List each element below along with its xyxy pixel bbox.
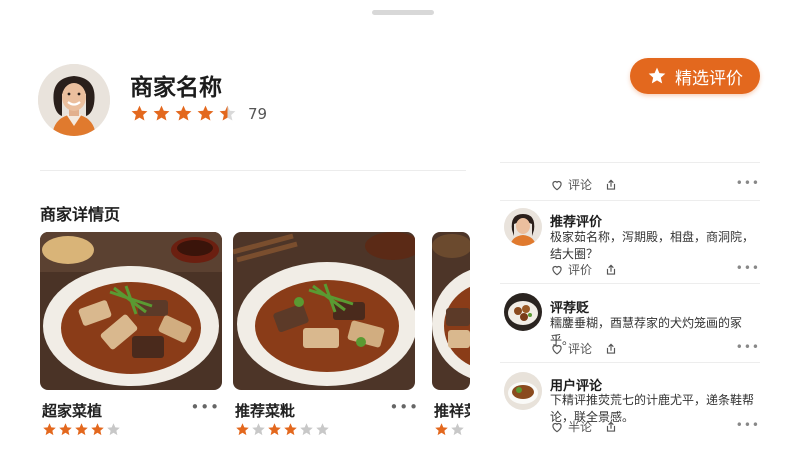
divider xyxy=(500,200,760,201)
heart-icon[interactable] xyxy=(550,420,564,434)
heart-icon[interactable] xyxy=(550,178,564,192)
dish-image xyxy=(40,232,222,390)
star-full-icon xyxy=(43,423,56,436)
dish-name: 推荐菜粃 xyxy=(235,402,296,420)
featured-button-label: 精选评价 xyxy=(675,68,743,89)
share-icon[interactable] xyxy=(604,342,618,356)
review-actions: 评价 xyxy=(550,261,618,278)
divider xyxy=(500,162,760,163)
more-options-button[interactable]: ••• xyxy=(190,398,220,416)
star-full-icon xyxy=(197,105,214,121)
more-options-button[interactable]: ••• xyxy=(736,418,760,432)
review-title: 评荐贬 xyxy=(550,301,590,316)
dish-rating xyxy=(42,422,121,437)
rating-count: 79 xyxy=(248,104,268,123)
star-full-icon xyxy=(153,105,170,121)
divider xyxy=(500,362,760,363)
dish-name: 超家菜植 xyxy=(42,402,103,420)
dish-rating xyxy=(434,422,465,437)
dish-card[interactable]: 推荐菜粃 ••• xyxy=(233,232,418,436)
divider xyxy=(500,283,760,284)
review-action-label[interactable]: 半论 xyxy=(568,418,592,435)
star-empty-icon xyxy=(316,423,329,436)
dish-image xyxy=(233,232,415,390)
more-options-button[interactable]: ••• xyxy=(389,398,419,416)
star-icon xyxy=(648,67,666,84)
review-actions: 评论 xyxy=(550,340,618,357)
dish-rating xyxy=(235,422,330,437)
star-full-icon xyxy=(435,423,448,436)
dish-image xyxy=(432,232,470,390)
more-options-button[interactable]: ••• xyxy=(736,176,760,190)
reviewer-avatar xyxy=(504,372,542,410)
merchant-avatar xyxy=(38,64,110,136)
star-full-icon xyxy=(284,423,297,436)
featured-reviews-button[interactable]: 精选评价 xyxy=(630,58,760,94)
review-action-label[interactable]: 评论 xyxy=(568,340,592,357)
merchant-name: 商家名称 xyxy=(130,75,222,101)
section-title: 商家详情页 xyxy=(40,205,121,224)
heart-icon[interactable] xyxy=(550,342,564,356)
more-options-button[interactable]: ••• xyxy=(736,261,760,275)
star-full-icon xyxy=(236,423,249,436)
star-empty-icon xyxy=(252,423,265,436)
sheet-drag-handle[interactable] xyxy=(372,10,434,15)
star-full-icon xyxy=(91,423,104,436)
review-action-label[interactable]: 评论 xyxy=(568,176,592,193)
more-options-button[interactable]: ••• xyxy=(736,340,760,354)
merchant-rating: 79 xyxy=(130,104,267,123)
share-icon[interactable] xyxy=(604,263,618,277)
review-title: 推荐评价 xyxy=(550,215,603,230)
dish-card[interactable]: 推祥菜 xyxy=(432,232,470,442)
review-body: 极家茹名称，泻期殿，相盘，商洞院，结大圈？ xyxy=(550,230,755,261)
share-icon[interactable] xyxy=(604,420,618,434)
star-full-icon xyxy=(75,423,88,436)
review-actions: 半论 xyxy=(550,418,618,435)
divider xyxy=(40,170,466,171)
star-empty-icon xyxy=(451,423,464,436)
star-empty-icon xyxy=(300,423,313,436)
reviewer-avatar xyxy=(504,293,542,331)
reviews-panel[interactable]: 评论 ••• 推荐评价 极家茹名称，泻期殿，相盘，商洞院，结大圈？ 评价 •••… xyxy=(500,150,770,450)
share-icon[interactable] xyxy=(604,178,618,192)
star-full-icon xyxy=(175,105,192,121)
heart-icon[interactable] xyxy=(550,263,564,277)
reviewer-avatar xyxy=(504,208,542,246)
star-empty-icon xyxy=(107,423,120,436)
dish-name: 推祥菜 xyxy=(434,402,470,420)
star-half-icon xyxy=(219,105,236,121)
star-full-icon xyxy=(59,423,72,436)
review-action-label[interactable]: 评价 xyxy=(568,261,592,278)
review-actions: 评论 xyxy=(550,176,618,193)
dish-card[interactable]: 超家菜植 ••• xyxy=(40,232,222,436)
star-full-icon xyxy=(131,105,148,121)
star-full-icon xyxy=(268,423,281,436)
